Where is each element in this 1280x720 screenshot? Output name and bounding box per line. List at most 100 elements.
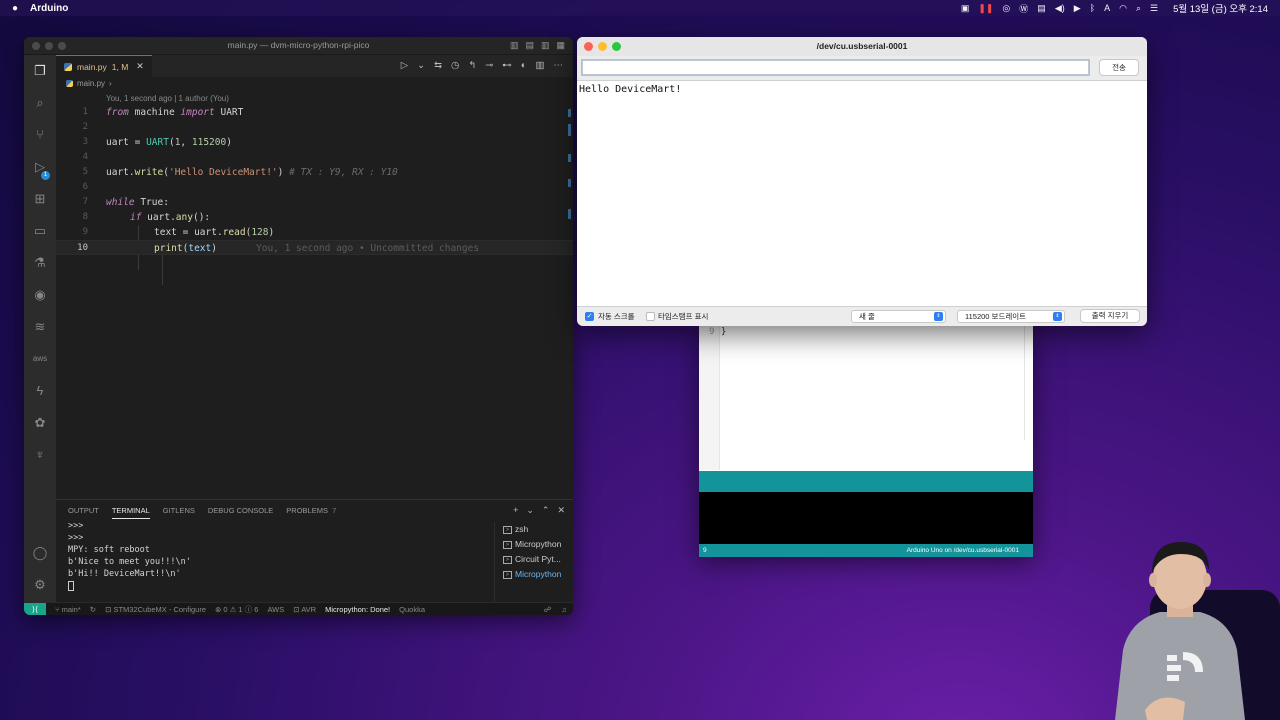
minimize-window-button[interactable] (598, 42, 607, 51)
terminal-item-micropython-active[interactable]: > Micropython (495, 567, 573, 582)
testing-icon[interactable]: ⚗ (32, 255, 48, 271)
toggle-sidebar-icon[interactable]: ▥ (510, 40, 519, 51)
active-app-name[interactable]: Arduino (30, 3, 68, 14)
code-line[interactable]: 2 (56, 120, 573, 135)
line-ending-select[interactable]: 새 줄 ⇕ (851, 310, 946, 323)
code-line[interactable]: 7 while True: (56, 195, 573, 210)
new-terminal-icon[interactable]: + (513, 505, 518, 516)
spotlight-search-icon[interactable]: ⌕ (1136, 3, 1141, 14)
code-line[interactable]: 1 from machine import UART (56, 105, 573, 120)
gitlens-codelens[interactable]: You, 1 second ago | 1 author (You) (106, 94, 229, 103)
gitlens-icon[interactable]: ◉ (32, 287, 48, 303)
arduino-console[interactable] (699, 492, 1033, 544)
gitlens-commit-icon[interactable]: ⊸ (485, 60, 493, 71)
wifi-icon[interactable]: ◠ (1119, 3, 1127, 14)
screen-record-icon[interactable]: ▣ (961, 3, 970, 14)
code-line[interactable]: 3 uart = UART(1, 115200) (56, 135, 573, 150)
aws-status[interactable]: AWS (267, 605, 284, 614)
apple-menu-icon[interactable]: ● (12, 3, 18, 14)
customize-layout-icon[interactable]: ▦ (556, 40, 565, 51)
arduino-scroll-track[interactable] (1024, 325, 1025, 440)
wordpress-icon[interactable]: Ⓦ (1019, 2, 1028, 15)
micropython-status[interactable]: Micropython: Done! (325, 605, 390, 614)
tab-problems[interactable]: PROBLEMS 7 (286, 506, 336, 519)
bluetooth-icon[interactable]: ᛒ (1090, 3, 1095, 13)
terminal-item-micropython[interactable]: > Micropython (495, 537, 573, 552)
tab-gitlens[interactable]: GITLENS (163, 506, 195, 519)
serial-send-input[interactable] (582, 60, 1089, 75)
breadcrumb-file[interactable]: main.py (77, 79, 105, 88)
arduino-code-text[interactable]: } (721, 327, 726, 337)
function-name: read (222, 227, 246, 238)
manage-gear-icon[interactable]: ⚙ (32, 577, 48, 593)
code-line[interactable]: 9 text = uart.read(128) (56, 225, 573, 240)
close-window-button[interactable] (584, 42, 593, 51)
clear-output-button[interactable]: 출력 지우기 (1080, 309, 1140, 323)
notifications-icon[interactable]: ♫ (561, 605, 567, 614)
avr-status[interactable]: ⊡ AVR (293, 605, 316, 614)
clipboard-icon[interactable]: ▤ (1037, 3, 1046, 14)
problems-status[interactable]: ⊗ 0 ⚠ 1 ⓘ 6 (215, 604, 258, 615)
terminal-item-circuitpython[interactable]: > Circuit Pyt... (495, 552, 573, 567)
split-editor-icon[interactable]: ▥ (536, 60, 545, 71)
more-actions-icon[interactable]: ⋯ (554, 60, 564, 71)
breadcrumb[interactable]: main.py › (66, 79, 112, 88)
minimap[interactable] (563, 99, 573, 259)
docker-icon[interactable]: ≋ (32, 319, 48, 335)
volume-icon[interactable]: ◀) (1055, 3, 1065, 14)
aws-icon[interactable]: aws (32, 351, 48, 367)
terminal-dropdown-icon[interactable]: ⌄ (526, 505, 534, 516)
python-icon[interactable]: ♆ (32, 447, 48, 463)
code-line-current[interactable]: 10 print(text) You, 1 second ago • Uncom… (56, 240, 573, 255)
remote-explorer-icon[interactable]: ▭ (32, 223, 48, 239)
toggle-secondary-sidebar-icon[interactable]: ▥ (541, 40, 550, 51)
timestamp-checkbox[interactable] (646, 312, 655, 321)
search-icon[interactable]: ⌕ (32, 95, 48, 111)
platformio-icon[interactable]: ✿ (32, 415, 48, 431)
gitlens-next-icon[interactable]: ⊷ (502, 60, 512, 71)
open-changes-icon[interactable]: ◐ (521, 60, 527, 71)
explorer-icon[interactable]: ❐ (32, 63, 48, 79)
serial-output-area[interactable]: Hello DeviceMart! (577, 80, 1147, 307)
run-dropdown-icon[interactable]: ⌄ (417, 60, 425, 71)
thunder-client-icon[interactable]: ϟ (32, 383, 48, 399)
tab-output[interactable]: OUTPUT (68, 506, 99, 519)
code-line[interactable]: 8 if uart.any(): (56, 210, 573, 225)
media-play-icon[interactable]: ▶ (1074, 3, 1081, 14)
quokka-status[interactable]: Quokka (399, 605, 425, 614)
accounts-icon[interactable]: ◯ (32, 545, 48, 561)
pause-record-icon[interactable]: ❚❚ (978, 3, 993, 14)
zoom-window-button[interactable] (612, 42, 621, 51)
code-line[interactable]: 4 (56, 150, 573, 165)
tab-debug-console[interactable]: DEBUG CONSOLE (208, 506, 273, 519)
extensions-icon[interactable]: ⊞ (32, 191, 48, 207)
control-center-icon[interactable]: ☰ (1150, 3, 1158, 14)
branch-indicator[interactable]: ⑂ main* (55, 605, 81, 614)
creative-cloud-icon[interactable]: ◎ (1002, 3, 1010, 14)
source-control-icon[interactable]: ⑂ (32, 127, 48, 143)
feedback-icon[interactable]: ☍ (544, 605, 552, 614)
maximize-panel-icon[interactable]: ⌃ (542, 505, 550, 516)
code-line[interactable]: 6 (56, 180, 573, 195)
terminal-item-zsh[interactable]: > zsh (495, 522, 573, 537)
autoscroll-checkbox[interactable]: ✓ (585, 312, 594, 321)
toggle-panel-icon[interactable]: ▤ (525, 40, 534, 51)
close-panel-icon[interactable]: ✕ (557, 505, 565, 516)
remote-indicator-icon[interactable]: ⟩⟨ (24, 602, 46, 615)
run-file-icon[interactable]: ▷ (401, 60, 408, 71)
timeline-icon[interactable]: ◷ (451, 60, 459, 71)
run-debug-icon[interactable]: ▷ (32, 159, 48, 175)
close-tab-icon[interactable]: ✕ (136, 61, 144, 72)
send-button[interactable]: 전송 (1099, 59, 1139, 76)
sync-icon[interactable]: ↻ (90, 605, 96, 614)
compare-changes-icon[interactable]: ⇆ (434, 60, 442, 71)
terminal-output[interactable]: >>> >>> MPY: soft reboot b'Nice to meet you… (68, 520, 191, 592)
code-line[interactable]: 5 uart.write('Hello DeviceMart!') # TX :… (56, 165, 573, 180)
previous-change-icon[interactable]: ↰ (468, 60, 476, 71)
baud-rate-select[interactable]: 115200 보드레이트 ⇕ (957, 310, 1065, 323)
menubar-clock[interactable]: 5월 13일 (금) 오후 2:14 (1173, 1, 1268, 15)
stm32-status[interactable]: ⊡ STM32CubeMX - Configure (105, 605, 206, 614)
tab-terminal[interactable]: TERMINAL (111, 506, 150, 519)
input-source-icon[interactable]: A (1104, 3, 1110, 13)
tab-main-py[interactable]: main.py 1, M ✕ (56, 55, 152, 77)
